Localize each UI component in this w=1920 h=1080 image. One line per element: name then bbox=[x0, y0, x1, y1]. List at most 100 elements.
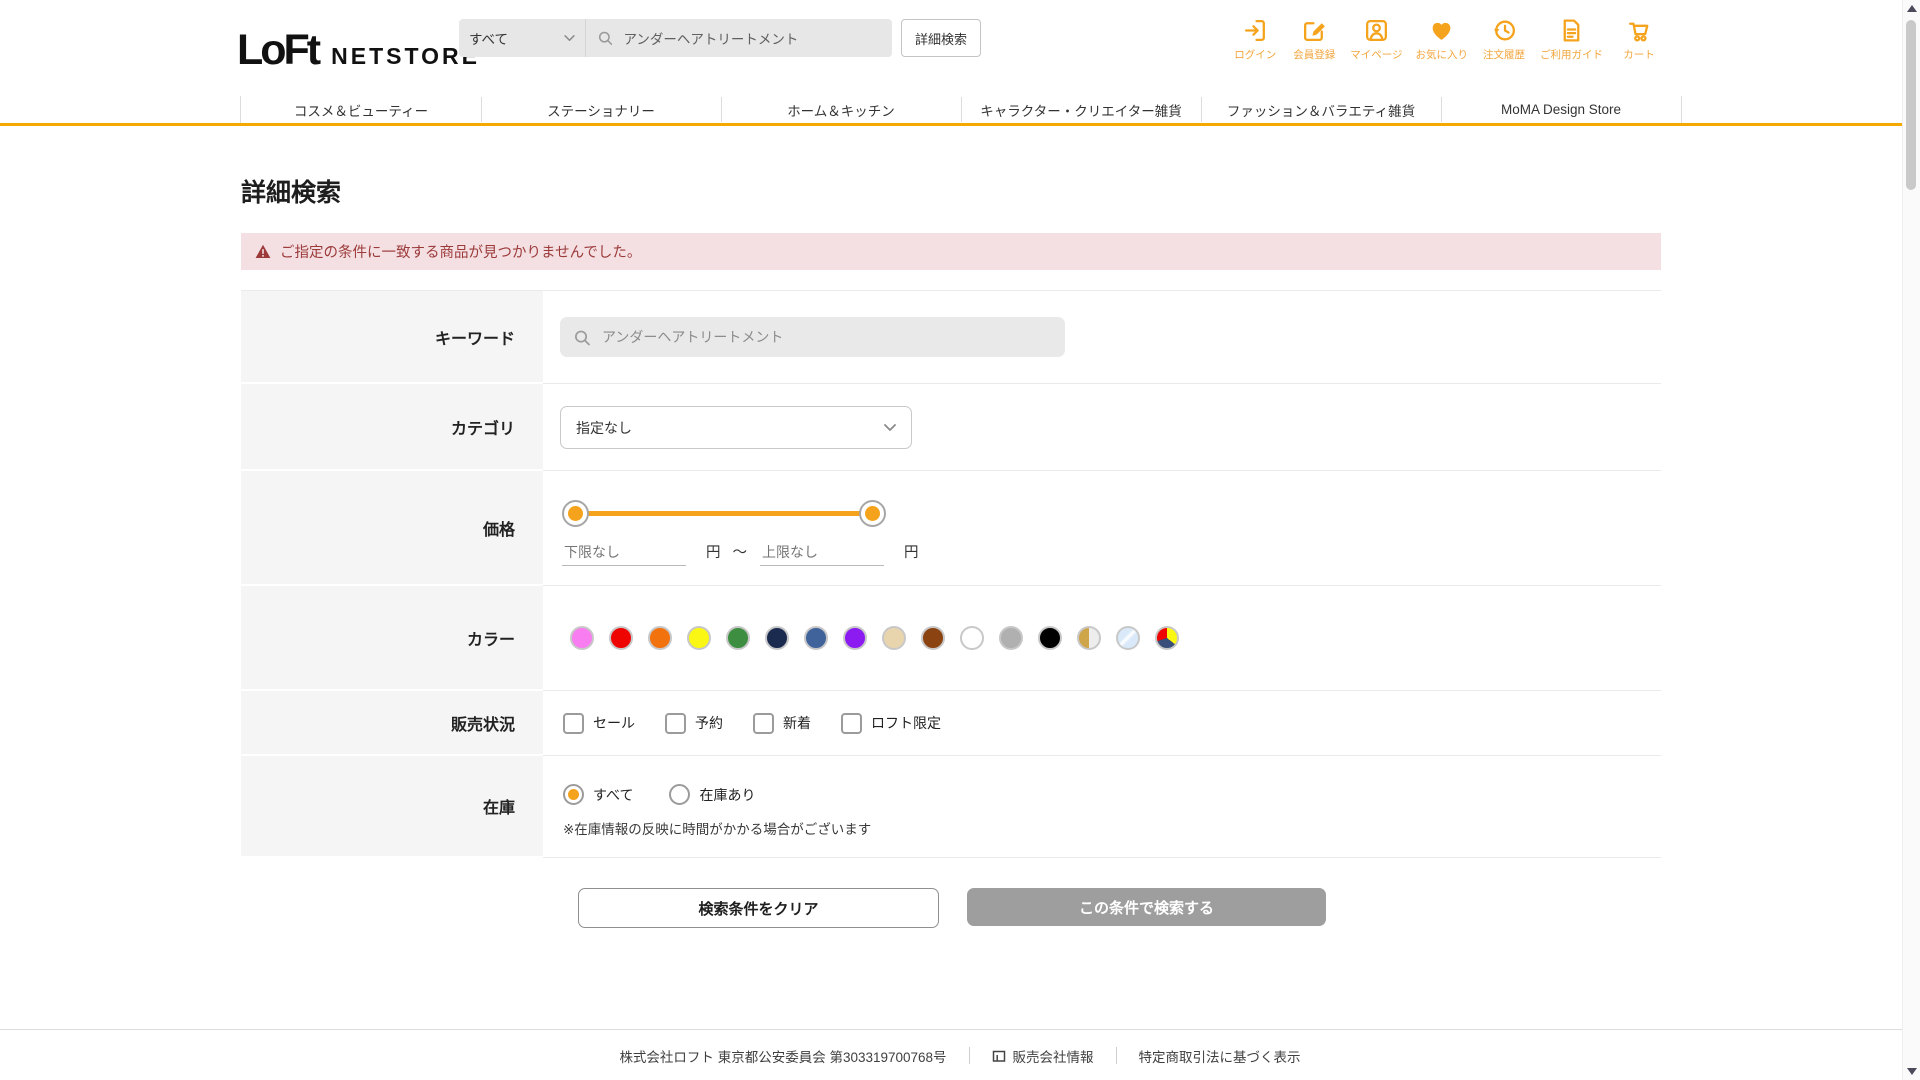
price-slider-max-handle[interactable] bbox=[859, 500, 886, 527]
nav-item-cosme[interactable]: コスメ＆ビューティー bbox=[241, 96, 481, 123]
color-swatch-blue[interactable] bbox=[804, 626, 828, 650]
radio-label: すべて bbox=[593, 785, 633, 805]
loft-logo[interactable]: LoFt NETSTORE bbox=[237, 26, 480, 75]
color-swatch-beige[interactable] bbox=[882, 626, 906, 650]
radio-in-stock[interactable]: 在庫あり bbox=[669, 784, 755, 805]
price-max-input[interactable] bbox=[760, 544, 884, 566]
color-swatch-yellow[interactable] bbox=[687, 626, 711, 650]
logo-netstore-text: NETSTORE bbox=[331, 43, 480, 70]
nav-item-fashion-variety[interactable]: ファッション＆バラエティ雑貨 bbox=[1201, 96, 1441, 123]
radio-all[interactable]: すべて bbox=[563, 784, 633, 805]
price-slider-min-handle[interactable] bbox=[562, 500, 589, 527]
color-swatch-clear[interactable] bbox=[1116, 626, 1140, 650]
category-label: カテゴリ bbox=[241, 384, 543, 471]
scrollbar-thumb[interactable] bbox=[1906, 20, 1916, 190]
color-swatch-white[interactable] bbox=[960, 626, 984, 650]
checkbox-reservation[interactable]: 予約 bbox=[665, 713, 723, 734]
color-swatch-gray[interactable] bbox=[999, 626, 1023, 650]
radio-label: 在庫あり bbox=[699, 785, 755, 805]
checkbox-box[interactable] bbox=[841, 713, 862, 734]
price-slider bbox=[562, 500, 886, 527]
color-swatch-orange[interactable] bbox=[648, 626, 672, 650]
radio-dot[interactable] bbox=[563, 784, 584, 805]
order-history-link[interactable]: 注文履歴 bbox=[1481, 17, 1527, 62]
clear-conditions-button[interactable]: 検索条件をクリア bbox=[578, 888, 939, 928]
storefront-icon bbox=[992, 1049, 1006, 1063]
stock-options: すべて 在庫あり bbox=[563, 784, 755, 805]
scrollbar-down-arrow[interactable] bbox=[1907, 1068, 1917, 1075]
color-swatch-green[interactable] bbox=[726, 626, 750, 650]
nav-item-stationery[interactable]: ステーショナリー bbox=[481, 96, 721, 123]
checkbox-box[interactable] bbox=[665, 713, 686, 734]
footer-link-label: 特定商取引法に基づく表示 bbox=[1139, 1046, 1301, 1066]
keyword-content bbox=[543, 291, 1661, 384]
page-title: 詳細検索 bbox=[241, 173, 341, 209]
search-query-input[interactable] bbox=[621, 30, 880, 47]
color-label: カラー bbox=[241, 586, 543, 691]
footer-link-tokushoho[interactable]: 特定商取引法に基づく表示 bbox=[1139, 1046, 1301, 1066]
favorites-link[interactable]: お気に入り bbox=[1416, 17, 1469, 62]
price-range-tilde: ～ bbox=[733, 541, 748, 562]
favorites-icon bbox=[1428, 17, 1455, 44]
color-row: カラー bbox=[241, 586, 1661, 691]
color-swatch-gold-silver[interactable] bbox=[1077, 626, 1101, 650]
no-results-message: ご指定の条件に一致する商品が見つかりませんでした。 bbox=[280, 241, 641, 262]
scrollbar[interactable] bbox=[1902, 0, 1920, 1080]
mypage-label: マイページ bbox=[1350, 47, 1402, 62]
search-icon bbox=[574, 329, 590, 346]
detail-search-button[interactable]: 詳細検索 bbox=[901, 19, 981, 57]
mypage-link[interactable]: マイページ bbox=[1350, 17, 1402, 62]
keyword-field[interactable] bbox=[560, 317, 1065, 357]
price-min-input[interactable] bbox=[562, 544, 686, 566]
login-link[interactable]: ログイン bbox=[1232, 17, 1278, 62]
radio-dot[interactable] bbox=[669, 784, 690, 805]
stock-content: すべて 在庫あり ※在庫情報の反映に時間がかかる場合がございます bbox=[543, 756, 1661, 858]
footer-divider bbox=[1116, 1047, 1117, 1064]
footer-company-text: 株式会社ロフト 東京都公安委員会 第303319700768号 bbox=[619, 1046, 946, 1066]
header: LoFt NETSTORE すべて 詳細検索 ログイン bbox=[0, 0, 1920, 96]
search-scope-value: すべて bbox=[469, 28, 508, 48]
keyword-row: キーワード bbox=[241, 291, 1661, 384]
color-swatch-pink[interactable] bbox=[570, 626, 594, 650]
checkbox-box[interactable] bbox=[563, 713, 584, 734]
color-swatch-navy[interactable] bbox=[765, 626, 789, 650]
guide-icon bbox=[1558, 17, 1585, 44]
color-swatch-multicolor[interactable] bbox=[1155, 626, 1179, 650]
color-swatch-black[interactable] bbox=[1038, 626, 1062, 650]
chevron-down-icon bbox=[884, 424, 896, 432]
keyword-input[interactable] bbox=[600, 328, 1051, 346]
register-link[interactable]: 会員登録 bbox=[1291, 17, 1337, 62]
guide-label: ご利用ガイド bbox=[1540, 47, 1603, 62]
checkbox-sale[interactable]: セール bbox=[563, 713, 635, 734]
color-swatches bbox=[570, 626, 1179, 650]
search-with-conditions-label: この条件で検索する bbox=[1079, 897, 1214, 918]
header-search-bar: すべて 詳細検索 bbox=[459, 19, 981, 57]
checkbox-box[interactable] bbox=[753, 713, 774, 734]
search-scope-select[interactable]: すべて bbox=[459, 19, 585, 57]
search-query-field[interactable] bbox=[586, 19, 892, 57]
guide-link[interactable]: ご利用ガイド bbox=[1540, 17, 1603, 62]
scrollbar-up-arrow[interactable] bbox=[1907, 5, 1917, 12]
price-max-unit: 円 bbox=[904, 541, 919, 562]
checkbox-label: 新着 bbox=[783, 713, 811, 733]
color-swatch-red[interactable] bbox=[609, 626, 633, 650]
price-inputs: 円 ～ 円 bbox=[562, 541, 919, 566]
nav-item-character[interactable]: キャラクター・クリエイター雑貨 bbox=[961, 96, 1201, 123]
warning-icon bbox=[255, 244, 271, 259]
checkbox-label: ロフト限定 bbox=[871, 713, 941, 733]
favorites-label: お気に入り bbox=[1416, 47, 1469, 62]
nav-item-moma[interactable]: MoMA Design Store bbox=[1441, 96, 1681, 123]
login-label: ログイン bbox=[1234, 47, 1276, 62]
checkbox-new-arrival[interactable]: 新着 bbox=[753, 713, 811, 734]
cart-link[interactable]: カート bbox=[1616, 17, 1662, 62]
color-swatch-brown[interactable] bbox=[921, 626, 945, 650]
footer-link-label: 販売会社情報 bbox=[1013, 1046, 1094, 1066]
nav-item-home-kitchen[interactable]: ホーム＆キッチン bbox=[721, 96, 961, 123]
category-select[interactable]: 指定なし bbox=[560, 406, 912, 449]
footer-link-company-info[interactable]: 販売会社情報 bbox=[992, 1046, 1094, 1066]
checkbox-loft-limited[interactable]: ロフト限定 bbox=[841, 713, 941, 734]
order-history-icon bbox=[1491, 17, 1518, 44]
sales-status-content: セール 予約 新着 ロフト限定 bbox=[543, 691, 1661, 756]
search-with-conditions-button[interactable]: この条件で検索する bbox=[967, 888, 1326, 926]
color-swatch-purple[interactable] bbox=[843, 626, 867, 650]
